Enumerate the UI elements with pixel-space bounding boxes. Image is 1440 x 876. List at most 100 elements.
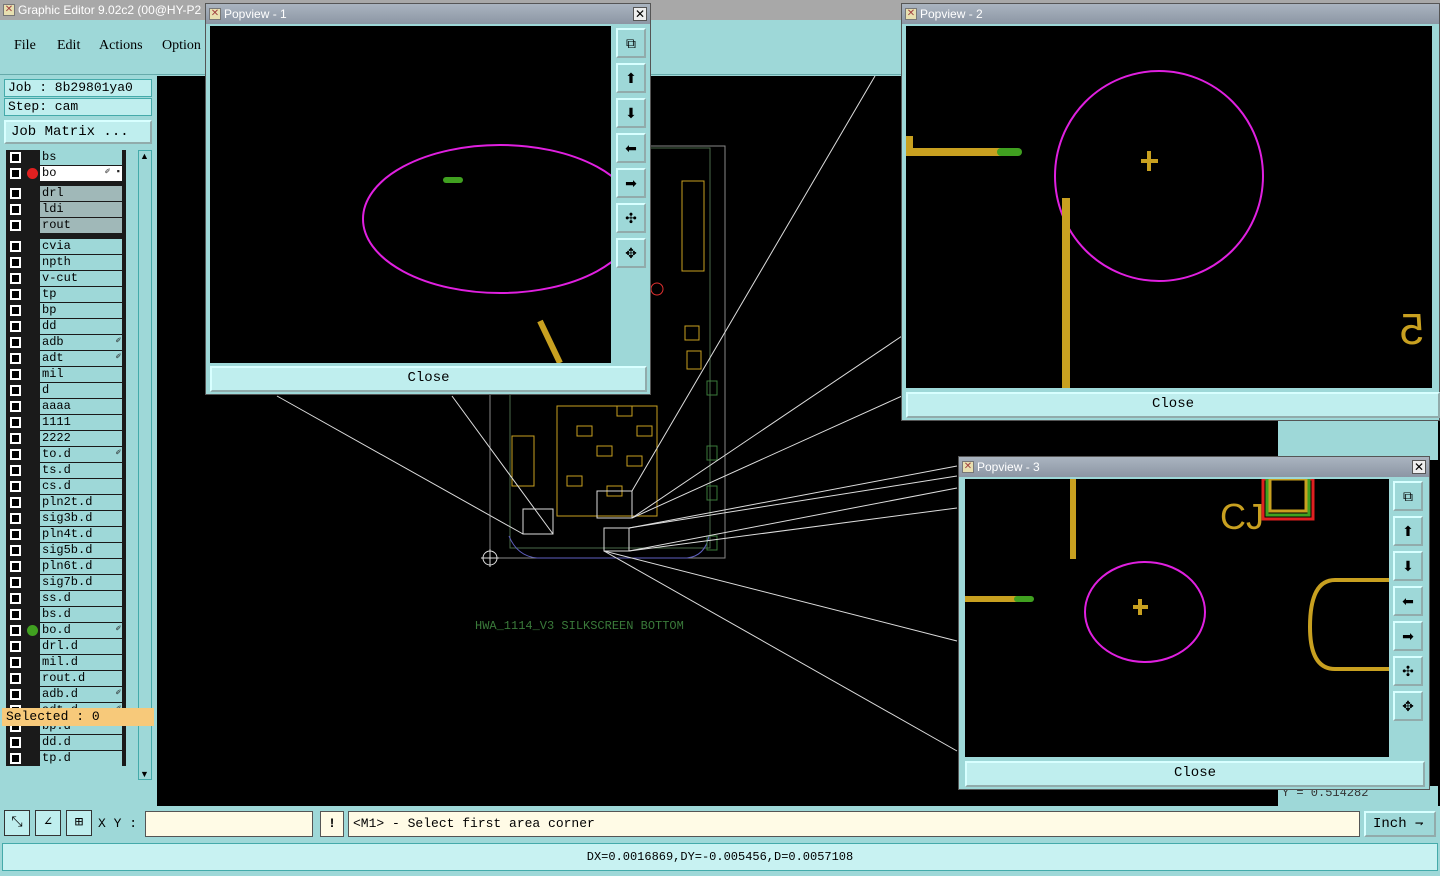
layer-checkbox[interactable]	[10, 168, 21, 179]
popview-3-canvas[interactable]: CJ	[965, 477, 1389, 757]
layer-row[interactable]: aaaa	[6, 399, 124, 414]
unit-selector[interactable]: Inch ⇁	[1364, 811, 1436, 837]
zoom-in-icon[interactable]: ✣	[1393, 656, 1423, 686]
layer-name[interactable]: bs.d	[40, 607, 122, 622]
layer-row[interactable]: bo.d ✐	[6, 623, 124, 638]
layer-name[interactable]: aaaa	[40, 399, 122, 414]
layer-row[interactable]: 2222	[6, 431, 124, 446]
pan-right-icon[interactable]: ➡	[616, 168, 646, 198]
layer-checkbox[interactable]	[10, 385, 21, 396]
layer-name[interactable]: bo.d	[40, 623, 122, 638]
pan-down-icon[interactable]: ⬇	[1393, 551, 1423, 581]
pan-left-icon[interactable]: ⬅	[1393, 586, 1423, 616]
layer-name[interactable]: sig5b.d	[40, 543, 122, 558]
layer-name[interactable]: rout.d	[40, 671, 122, 686]
layer-row[interactable]: ss.d	[6, 591, 124, 606]
layer-row[interactable]: drl	[6, 186, 124, 201]
layer-row[interactable]: sig7b.d	[6, 575, 124, 590]
zoom-fit-icon[interactable]: ⧉	[616, 28, 646, 58]
layer-checkbox[interactable]	[10, 337, 21, 348]
measure-icon[interactable]: ⤡	[4, 810, 30, 836]
layer-row[interactable]: pln4t.d	[6, 527, 124, 542]
menu-actions[interactable]: Actions	[99, 38, 143, 54]
layer-checkbox[interactable]	[10, 673, 21, 684]
info-button[interactable]: !	[320, 811, 344, 837]
layer-checkbox[interactable]	[10, 657, 21, 668]
layer-name[interactable]: 2222	[40, 431, 122, 446]
snap-grid-icon[interactable]: ⊞	[66, 810, 92, 836]
layer-checkbox[interactable]	[10, 481, 21, 492]
close-icon[interactable]: ✕	[1412, 460, 1426, 474]
layer-checkbox[interactable]	[10, 369, 21, 380]
layer-row[interactable]: bs.d	[6, 607, 124, 622]
layer-checkbox[interactable]	[10, 289, 21, 300]
layer-name[interactable]: rout	[40, 218, 122, 233]
layer-row[interactable]: rout.d	[6, 671, 124, 686]
layer-checkbox[interactable]	[10, 577, 21, 588]
layer-name[interactable]: tp.d	[40, 751, 122, 766]
zoom-out-icon[interactable]: ✥	[1393, 691, 1423, 721]
layer-row[interactable]: v-cut	[6, 271, 124, 286]
layer-name[interactable]: sig3b.d	[40, 511, 122, 526]
layer-row[interactable]: rout	[6, 218, 124, 233]
layer-checkbox[interactable]	[10, 241, 21, 252]
layer-row[interactable]: sig3b.d	[6, 511, 124, 526]
popview-1-close-button[interactable]: Close	[210, 366, 647, 392]
layer-checkbox[interactable]	[10, 433, 21, 444]
layer-name[interactable]: cvia	[40, 239, 122, 254]
layer-name[interactable]: dd	[40, 319, 122, 334]
layer-row[interactable]: adt ✐	[6, 351, 124, 366]
layer-row[interactable]: pln2t.d	[6, 495, 124, 510]
layer-row[interactable]: dd	[6, 319, 124, 334]
layer-name[interactable]: bs	[40, 150, 122, 165]
scroll-up-icon[interactable]: ▲	[140, 151, 150, 161]
popview-2-close-button[interactable]: Close	[906, 392, 1440, 418]
pan-down-icon[interactable]: ⬇	[616, 98, 646, 128]
layer-name[interactable]: pln2t.d	[40, 495, 122, 510]
layer-checkbox[interactable]	[10, 188, 21, 199]
layer-row[interactable]: ts.d	[6, 463, 124, 478]
angle-measure-icon[interactable]: ∠	[35, 810, 61, 836]
pan-up-icon[interactable]: ⬆	[616, 63, 646, 93]
layer-row[interactable]: bp	[6, 303, 124, 318]
layer-checkbox[interactable]	[10, 641, 21, 652]
layer-checkbox[interactable]	[10, 465, 21, 476]
layer-row[interactable]: npth	[6, 255, 124, 270]
menu-file[interactable]: File	[14, 38, 36, 54]
layer-row[interactable]: pln6t.d	[6, 559, 124, 574]
layer-row[interactable]: drl.d	[6, 639, 124, 654]
layer-name[interactable]: mil.d	[40, 655, 122, 670]
layer-row[interactable]: to.d ✐	[6, 447, 124, 462]
layer-checkbox[interactable]	[10, 449, 21, 460]
layer-row[interactable]: mil.d	[6, 655, 124, 670]
layer-checkbox[interactable]	[10, 257, 21, 268]
layer-checkbox[interactable]	[10, 545, 21, 556]
layer-name[interactable]: adb	[40, 335, 122, 350]
layer-row[interactable]: mil	[6, 367, 124, 382]
layer-name[interactable]: mil	[40, 367, 122, 382]
layer-checkbox[interactable]	[10, 220, 21, 231]
layer-row[interactable]: sig5b.d	[6, 543, 124, 558]
close-icon[interactable]: ✕	[633, 7, 647, 21]
pan-up-icon[interactable]: ⬆	[1393, 516, 1423, 546]
layer-name[interactable]: dd.d	[40, 735, 122, 750]
layer-name[interactable]: adt	[40, 351, 122, 366]
layer-name[interactable]: ss.d	[40, 591, 122, 606]
layer-row[interactable]: adb ✐	[6, 335, 124, 350]
layer-checkbox[interactable]	[10, 353, 21, 364]
layer-checkbox[interactable]	[10, 273, 21, 284]
layer-checkbox[interactable]	[10, 689, 21, 700]
layer-name[interactable]: ldi	[40, 202, 122, 217]
layer-name[interactable]: npth	[40, 255, 122, 270]
menu-edit[interactable]: Edit	[57, 38, 80, 54]
pan-right-icon[interactable]: ➡	[1393, 621, 1423, 651]
layer-checkbox[interactable]	[10, 513, 21, 524]
zoom-fit-icon[interactable]: ⧉	[1393, 481, 1423, 511]
layer-checkbox[interactable]	[10, 305, 21, 316]
xy-input[interactable]	[145, 811, 313, 837]
layer-checkbox[interactable]	[10, 609, 21, 620]
layer-checkbox[interactable]	[10, 417, 21, 428]
layer-checkbox[interactable]	[10, 753, 21, 764]
layer-checkbox[interactable]	[10, 529, 21, 540]
layer-row[interactable]: cvia	[6, 239, 124, 254]
